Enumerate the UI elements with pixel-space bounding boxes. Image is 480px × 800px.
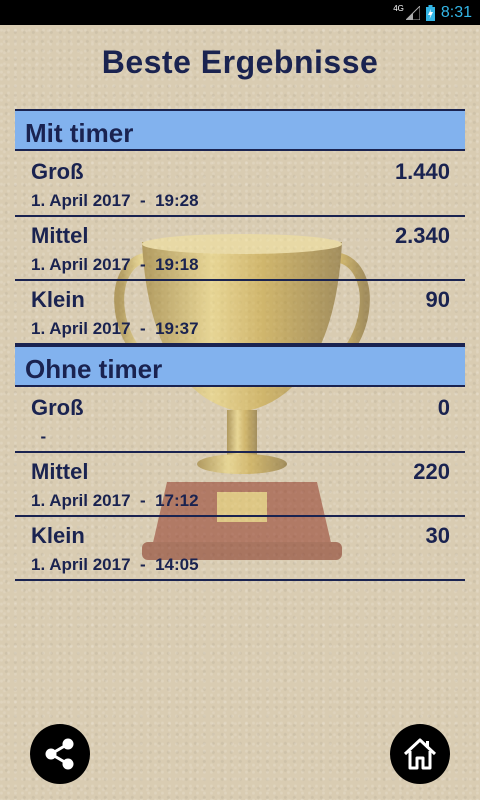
date-label: - xyxy=(31,427,47,446)
date-label: 1. April 2017 - 17:12 xyxy=(31,491,199,510)
battery-icon xyxy=(425,4,435,21)
result-row-ohne-timer-mittel: Mittel 220 1. April 2017 - 17:12 xyxy=(15,453,465,517)
date-label: 1. April 2017 - 14:05 xyxy=(31,555,199,574)
size-label: Mittel xyxy=(31,459,89,484)
size-label: Klein xyxy=(31,287,85,312)
clock: 8:31 xyxy=(440,3,472,21)
page-title: Beste Ergebnisse xyxy=(101,44,379,80)
score-value: 90 xyxy=(425,287,450,312)
share-icon xyxy=(45,738,74,770)
share-button[interactable] xyxy=(30,724,90,784)
status-bar: 4G 8:31 xyxy=(0,0,480,25)
score-value: 1.440 xyxy=(394,159,450,184)
result-row-mit-timer-gross: Groß 1.440 1. April 2017 - 19:28 xyxy=(15,153,465,217)
date-label: 1. April 2017 - 19:28 xyxy=(31,191,199,210)
score-value: 30 xyxy=(425,523,450,548)
date-label: 1. April 2017 - 19:18 xyxy=(31,255,199,274)
result-row-ohne-timer-klein: Klein 30 1. April 2017 - 14:05 xyxy=(15,517,465,581)
home-button[interactable] xyxy=(390,724,450,784)
result-row-mit-timer-mittel: Mittel 2.340 1. April 2017 - 19:18 xyxy=(15,217,465,281)
size-label: Mittel xyxy=(31,223,89,248)
score-value: 0 xyxy=(437,395,450,420)
result-row-mit-timer-klein: Klein 90 1. April 2017 - 19:37 xyxy=(15,281,465,345)
network-type: 4G xyxy=(393,4,404,13)
score-value: 220 xyxy=(413,459,450,484)
section-header-mit-timer: Mit timer xyxy=(15,109,465,151)
date-label: 1. April 2017 - 19:37 xyxy=(31,319,199,338)
size-label: Groß xyxy=(31,159,84,184)
size-label: Groß xyxy=(31,395,84,420)
section-header-ohne-timer: Ohne timer xyxy=(15,345,465,387)
signal-icon xyxy=(405,5,420,20)
result-row-ohne-timer-gross: Groß 0 - xyxy=(15,389,465,453)
home-icon xyxy=(403,738,437,770)
size-label: Klein xyxy=(31,523,85,548)
score-value: 2.340 xyxy=(394,223,450,248)
